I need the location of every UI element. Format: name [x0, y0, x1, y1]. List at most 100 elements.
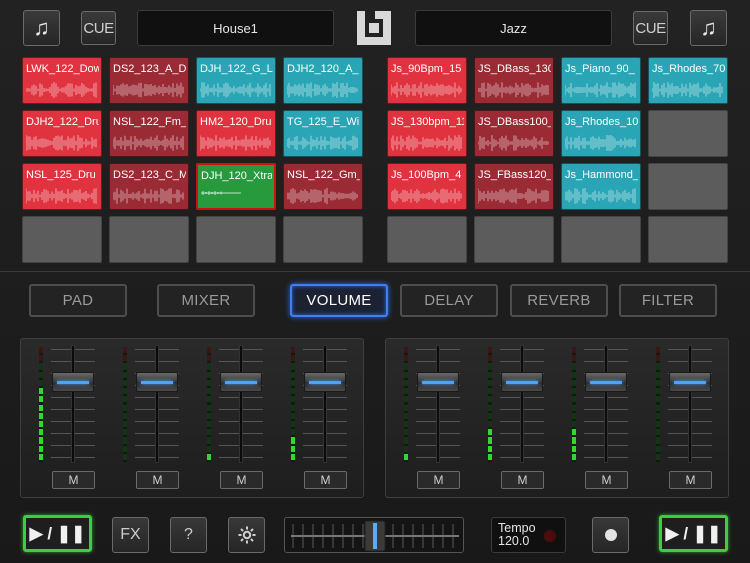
fader-knob[interactable]	[585, 372, 627, 393]
mode-tab-delay[interactable]: DELAY	[400, 284, 498, 317]
mode-tab-reverb[interactable]: REVERB	[510, 284, 608, 317]
mute-button[interactable]: M	[501, 471, 544, 489]
record-button[interactable]	[592, 517, 629, 553]
empty-pad[interactable]	[109, 216, 189, 263]
mute-button[interactable]: M	[52, 471, 95, 489]
level-meter	[572, 347, 576, 462]
empty-pad[interactable]	[387, 216, 467, 263]
fader-knob[interactable]	[136, 372, 178, 393]
pad-label: DJH_120_Xtra	[201, 170, 272, 182]
sample-pad[interactable]: JS_DBass_130	[474, 57, 554, 104]
pad-label: TG_125_E_Wi	[287, 116, 360, 128]
sample-pad[interactable]: JS_130bpm_11	[387, 110, 467, 157]
waveform	[565, 135, 636, 151]
divider	[0, 271, 750, 272]
sample-pad[interactable]: Js_Piano_90_	[561, 57, 641, 104]
mute-button[interactable]: M	[136, 471, 179, 489]
empty-pad[interactable]	[648, 163, 728, 210]
right-play-pause-button[interactable]: ▶ / ❚❚	[659, 515, 728, 552]
waveform	[201, 191, 241, 195]
sample-pad[interactable]: NSL_122_Gm_	[283, 163, 363, 210]
pad-label: LWK_122_Dow	[26, 63, 99, 75]
sample-pad[interactable]: DJH_122_G_L	[196, 57, 276, 104]
level-meter	[39, 347, 43, 462]
sample-pad[interactable]: HM2_120_Dru	[196, 110, 276, 157]
app-logo-icon	[357, 11, 391, 45]
sample-pad[interactable]: LWK_122_Dow	[22, 57, 102, 104]
sample-pad[interactable]: NSL_122_Fm_	[109, 110, 189, 157]
empty-pad[interactable]	[648, 110, 728, 157]
sample-pad[interactable]: DJH_120_Xtra	[196, 163, 276, 210]
pad-label: DJH2_120_A_	[287, 63, 359, 75]
settings-button[interactable]	[228, 517, 265, 553]
left-cue-button[interactable]: CUE	[81, 11, 116, 45]
help-button[interactable]: ?	[170, 517, 207, 553]
right-library-button[interactable]: ♫	[690, 10, 727, 46]
left-library-button[interactable]: ♫	[23, 10, 60, 46]
mode-tab-volume[interactable]: VOLUME	[290, 284, 388, 317]
mode-tab-mixer[interactable]: MIXER	[157, 284, 255, 317]
sample-pad[interactable]: DJH2_122_Dru	[22, 110, 102, 157]
volume-fader[interactable]	[584, 345, 628, 463]
volume-fader[interactable]	[219, 345, 263, 463]
pad-label: JS_FBass120_	[478, 169, 551, 181]
empty-pad[interactable]	[283, 216, 363, 263]
pad-label: Js_Hammond_	[565, 169, 638, 181]
sample-pad[interactable]: DS2_123_C_M	[109, 163, 189, 210]
pad-label: JS_DBass_130	[478, 63, 551, 75]
fader-knob[interactable]	[501, 372, 543, 393]
right-cue-button[interactable]: CUE	[633, 11, 668, 45]
fx-button[interactable]: FX	[112, 517, 149, 553]
mute-button[interactable]: M	[585, 471, 628, 489]
empty-pad[interactable]	[22, 216, 102, 263]
mode-tab-filter[interactable]: FILTER	[619, 284, 717, 317]
pad-label: NSL_122_Fm_	[113, 116, 186, 128]
volume-fader[interactable]	[135, 345, 179, 463]
volume-fader[interactable]	[500, 345, 544, 463]
right-deck-name[interactable]: Jazz	[415, 10, 612, 46]
mute-button[interactable]: M	[417, 471, 460, 489]
mute-button[interactable]: M	[304, 471, 347, 489]
sample-pad[interactable]: DS2_123_A_D	[109, 57, 189, 104]
volume-fader[interactable]	[51, 345, 95, 463]
sample-pad[interactable]: JS_FBass120_	[474, 163, 554, 210]
volume-fader[interactable]	[303, 345, 347, 463]
fader-knob[interactable]	[52, 372, 94, 393]
waveform	[200, 135, 271, 151]
left-play-pause-button[interactable]: ▶ / ❚❚	[23, 515, 92, 552]
fader-knob[interactable]	[669, 372, 711, 393]
sample-pad[interactable]: NSL_125_Dru	[22, 163, 102, 210]
mode-tab-pad[interactable]: PAD	[29, 284, 127, 317]
tempo-display[interactable]: Tempo 120.0	[491, 517, 566, 553]
mute-button[interactable]: M	[220, 471, 263, 489]
fader-knob[interactable]	[220, 372, 262, 393]
pad-label: Js_100Bpm_4	[391, 169, 462, 181]
pad-label: NSL_125_Dru	[26, 169, 96, 181]
sample-pad[interactable]: Js_Rhodes_10	[561, 110, 641, 157]
waveform	[565, 188, 636, 204]
tempo-led	[544, 530, 556, 542]
fader-knob[interactable]	[304, 372, 346, 393]
sample-pad[interactable]: JS_DBass100_	[474, 110, 554, 157]
left-deck-name[interactable]: House1	[137, 10, 334, 46]
sample-pad[interactable]: Js_90Bpm_15	[387, 57, 467, 104]
empty-pad[interactable]	[561, 216, 641, 263]
fader-knob[interactable]	[417, 372, 459, 393]
pad-label: Js_Rhodes_10	[565, 116, 638, 128]
sample-pad[interactable]: Js_100Bpm_4	[387, 163, 467, 210]
waveform	[287, 135, 358, 151]
empty-pad[interactable]	[648, 216, 728, 263]
volume-fader[interactable]	[416, 345, 460, 463]
sample-pad[interactable]: Js_Hammond_	[561, 163, 641, 210]
empty-pad[interactable]	[474, 216, 554, 263]
waveform	[478, 188, 549, 204]
pad-label: DS2_123_A_D	[113, 63, 186, 75]
music-note-icon: ♫	[33, 15, 50, 40]
sample-pad[interactable]: Js_Rhodes_70	[648, 57, 728, 104]
volume-fader[interactable]	[668, 345, 712, 463]
sample-pad[interactable]: TG_125_E_Wi	[283, 110, 363, 157]
mute-button[interactable]: M	[669, 471, 712, 489]
crossfader[interactable]	[284, 517, 464, 553]
empty-pad[interactable]	[196, 216, 276, 263]
sample-pad[interactable]: DJH2_120_A_	[283, 57, 363, 104]
